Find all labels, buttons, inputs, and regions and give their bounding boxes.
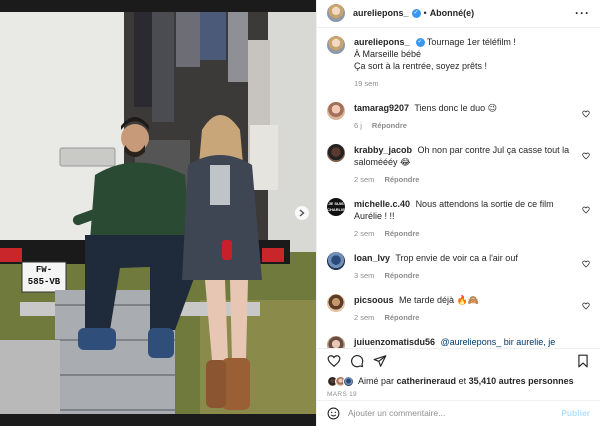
post-photo[interactable]: FW- 585-VB	[0, 0, 316, 426]
commenter-avatar[interactable]: JE SUIS CHARLIE	[327, 197, 345, 216]
comment-item: krabby_jacob Oh non par contre Jul ça ca…	[327, 143, 590, 186]
commenter-avatar[interactable]	[327, 101, 345, 120]
instagram-post: FW- 585-VB aureliepons_ ✓ • Abonné(e) ··…	[0, 0, 600, 426]
comment-icon[interactable]	[350, 354, 364, 368]
bookmark-icon[interactable]	[576, 354, 590, 368]
more-options-icon[interactable]: ···	[575, 6, 590, 20]
comment-item: JE SUIS CHARLIE michelle.c.40 Nous atten…	[327, 197, 590, 240]
commenter-avatar[interactable]	[327, 251, 345, 270]
comment-age: 3 sem	[354, 270, 375, 280]
commenter-avatar[interactable]	[327, 293, 345, 312]
comment-item: loan_lvy Trop envie de voir ca a l'air o…	[327, 251, 590, 282]
comment-composer: Publier	[317, 399, 600, 426]
comment-age: 2 sem	[354, 174, 375, 184]
comment-username[interactable]: krabby_jacob	[354, 145, 412, 155]
caption-username[interactable]: aureliepons_	[354, 37, 410, 47]
reply-button[interactable]: Répondre	[384, 313, 419, 322]
liker-username[interactable]: catherineraud	[397, 376, 457, 386]
liker-avatar	[343, 375, 354, 387]
comment-username[interactable]: picsoous	[354, 295, 394, 305]
carousel-next-button[interactable]	[295, 206, 309, 220]
comment-username[interactable]: loan_lvy	[354, 253, 390, 263]
caption-age: 19 sem	[354, 78, 379, 88]
post-side-panel: aureliepons_ ✓ • Abonné(e) ··· aureliepo…	[316, 0, 600, 426]
author-username[interactable]: aureliepons_	[353, 8, 409, 18]
heart-icon[interactable]	[582, 302, 590, 310]
chevron-right-icon	[299, 209, 305, 217]
heart-icon[interactable]	[327, 354, 341, 368]
verified-badge-icon: ✓	[415, 38, 425, 48]
commenter-avatar[interactable]	[327, 143, 345, 162]
comment-item: tamarag9207 Tiens donc le duo 😉 6 j Répon…	[327, 101, 590, 132]
commenter-avatar[interactable]	[327, 335, 345, 348]
comment-age: 2 sem	[354, 312, 375, 322]
comments-list[interactable]: aureliepons_ ✓ Tournage 1er téléfilm ! À …	[317, 28, 600, 348]
comment-age: 6 j	[354, 120, 362, 130]
follow-status-button[interactable]: Abonné(e)	[430, 8, 475, 18]
action-bar	[317, 347, 600, 374]
caption-line-2: À Marseille bébé	[354, 48, 422, 59]
author-avatar[interactable]	[327, 4, 345, 23]
heart-icon[interactable]	[582, 206, 590, 214]
caption-meta: 19 sem	[354, 78, 576, 90]
separator-dot: •	[423, 8, 427, 19]
post-caption: aureliepons_ ✓ Tournage 1er téléfilm ! À …	[327, 35, 590, 90]
likes-count[interactable]: 35,410 autres personnes	[469, 376, 574, 386]
comment-username[interactable]: michelle.c.40	[354, 199, 410, 209]
heart-icon[interactable]	[582, 110, 590, 118]
share-icon[interactable]	[373, 354, 387, 368]
photo-illustration	[0, 0, 316, 426]
reply-button[interactable]: Répondre	[384, 229, 419, 238]
comment-item: picsoous Me tarde déjà 🔥🙈 2 sem Répondre	[327, 293, 590, 324]
liker-avatars	[327, 375, 354, 387]
comment-age: 2 sem	[354, 228, 375, 238]
emoji-icon[interactable]	[327, 407, 340, 420]
comment-username[interactable]: tamarag9207	[354, 103, 409, 113]
post-date[interactable]: MARS 19	[317, 389, 600, 400]
comment-text: Trop envie de voir ca a l'air ouf	[395, 252, 518, 263]
heart-icon[interactable]	[582, 260, 590, 268]
comment-text: Me tarde déjà 🔥🙈	[399, 294, 479, 305]
comment-input[interactable]	[348, 408, 562, 419]
comment-username[interactable]: juiuenzomatisdu56	[354, 337, 435, 347]
license-plate-line-2: 585-VB	[27, 277, 61, 287]
likes-summary: Aimé par catherineraud et 35,410 autres …	[317, 374, 600, 389]
caption-line-1: Tournage 1er téléfilm !	[426, 36, 516, 47]
caption-author-avatar[interactable]	[327, 35, 345, 54]
license-plate-line-1: FW-	[35, 265, 53, 275]
comment-item: juiuenzomatisdu56 @aureliepons_ bir aure…	[327, 335, 590, 348]
comment-text: Tiens donc le duo 😉	[414, 102, 497, 113]
reply-button[interactable]: Répondre	[384, 175, 419, 184]
verified-badge-icon: ✓	[411, 8, 421, 18]
likes-prefix: Aimé par	[358, 376, 395, 387]
heart-icon[interactable]	[582, 152, 590, 160]
publish-button[interactable]: Publier	[561, 408, 590, 418]
likes-connector: et	[458, 376, 467, 387]
reply-button[interactable]: Répondre	[384, 271, 419, 280]
post-header: aureliepons_ ✓ • Abonné(e) ···	[317, 0, 600, 28]
reply-button[interactable]: Répondre	[372, 121, 407, 130]
caption-line-3: Ça sort à la rentrée, soyez prêts !	[354, 60, 488, 71]
license-plate: FW- 585-VB	[24, 264, 64, 288]
